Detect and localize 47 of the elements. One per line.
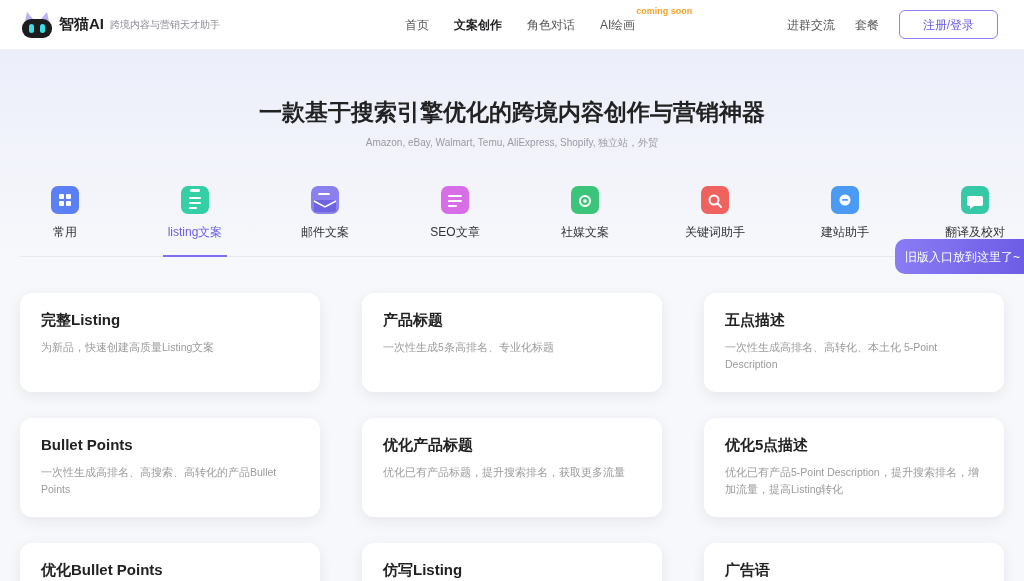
card-description: 一次性生成高排名、高转化、本土化 5-Point Description [725,340,939,372]
feature-card[interactable]: 优化5点描述 优化已有产品5-Point Description，提升搜索排名，增加流量，提高Listing转化 [704,418,1004,517]
card-description: 为新品，快速创建高质量Listing文案 [41,340,216,355]
header-link[interactable]: 套餐 [855,15,879,34]
card-description: 优化已有产品5-Point Description，提升搜索排名，增加流量，提高Listing转化 [725,465,980,497]
hero-subtitle: Amazon, eBay, Walmart, Temu, AliExpress, Shopify, 独立站，外贸 [365,136,659,150]
category-tab[interactable]: 社媒文案 [556,185,614,238]
feature-card[interactable]: 完整Listing 为新品，快速创建高质量Listing文案 [20,293,320,392]
category-tab[interactable]: 建站助手 [816,185,874,238]
card-title: 广告语 [725,560,771,580]
feature-card[interactable]: 仿写Listing [362,543,662,581]
card-description: 一次性生成5条高排名、专业化标题 [383,340,555,355]
hero-title: 一款基于搜索引擎优化的跨境内容创作与营销神器 [259,98,765,127]
card-description: 优化已有产品标题，提升搜索排名，获取更多流量 [383,465,626,480]
feature-card[interactable]: 产品标题 一次性生成5条高排名、专业化标题 [362,293,662,392]
card-title: 产品标题 [383,310,444,330]
category-tab[interactable]: SEO文章 [425,185,485,238]
category-tab[interactable]: listing文案 [162,185,228,238]
card-description: 一次性生成高排名、高搜索、高转化的产品Bullet Points [41,465,278,497]
feature-card[interactable]: 五点描述 一次性生成高排名、高转化、本土化 5-Point Description [704,293,1004,392]
category-tab[interactable]: 关键词助手 [680,185,750,238]
feature-card[interactable]: 优化产品标题 优化已有产品标题，提升搜索排名，获取更多流量 [362,418,662,517]
nav-link[interactable]: 首页 [405,16,429,33]
card-title: 仿写Listing [383,560,464,580]
brand-name: 智猫AI [59,14,104,35]
feature-card[interactable]: 广告语 [704,543,1004,581]
brand-tagline: 跨境内容与营销天才助手 [110,18,220,32]
category-tab[interactable]: 邮件文案 [296,185,354,238]
card-title: 优化产品标题 [383,435,474,455]
category-tab[interactable]: 翻译及校对 [940,185,1010,238]
header-link[interactable]: 进群交流 [787,15,835,34]
robot-cat-logo-icon [22,11,52,38]
feature-card[interactable]: Bullet Points 一次性生成高排名、高搜索、高转化的产品Bullet Points [20,418,320,517]
card-title: 五点描述 [725,310,786,330]
card-title: 优化Bullet Points [41,560,164,580]
nav-link[interactable]: 文案创作 [454,16,502,33]
card-title: Bullet Points [41,435,134,455]
selected-tab-underline [162,255,228,257]
register-login-button[interactable]: 注册/登录 [899,10,998,39]
nav-link[interactable]: AI绘画 [600,16,636,33]
nav-link[interactable]: 角色对话 [527,16,575,33]
card-title: 完整Listing [41,310,122,330]
category-tab[interactable]: 常用 [45,185,85,238]
old-version-notice-button[interactable]: 旧版入口放到这里了~ [895,239,1024,274]
coming-soon-label: coming soon [636,5,693,17]
card-title: 优化5点描述 [725,435,810,455]
feature-card[interactable]: 优化Bullet Points [20,543,320,581]
